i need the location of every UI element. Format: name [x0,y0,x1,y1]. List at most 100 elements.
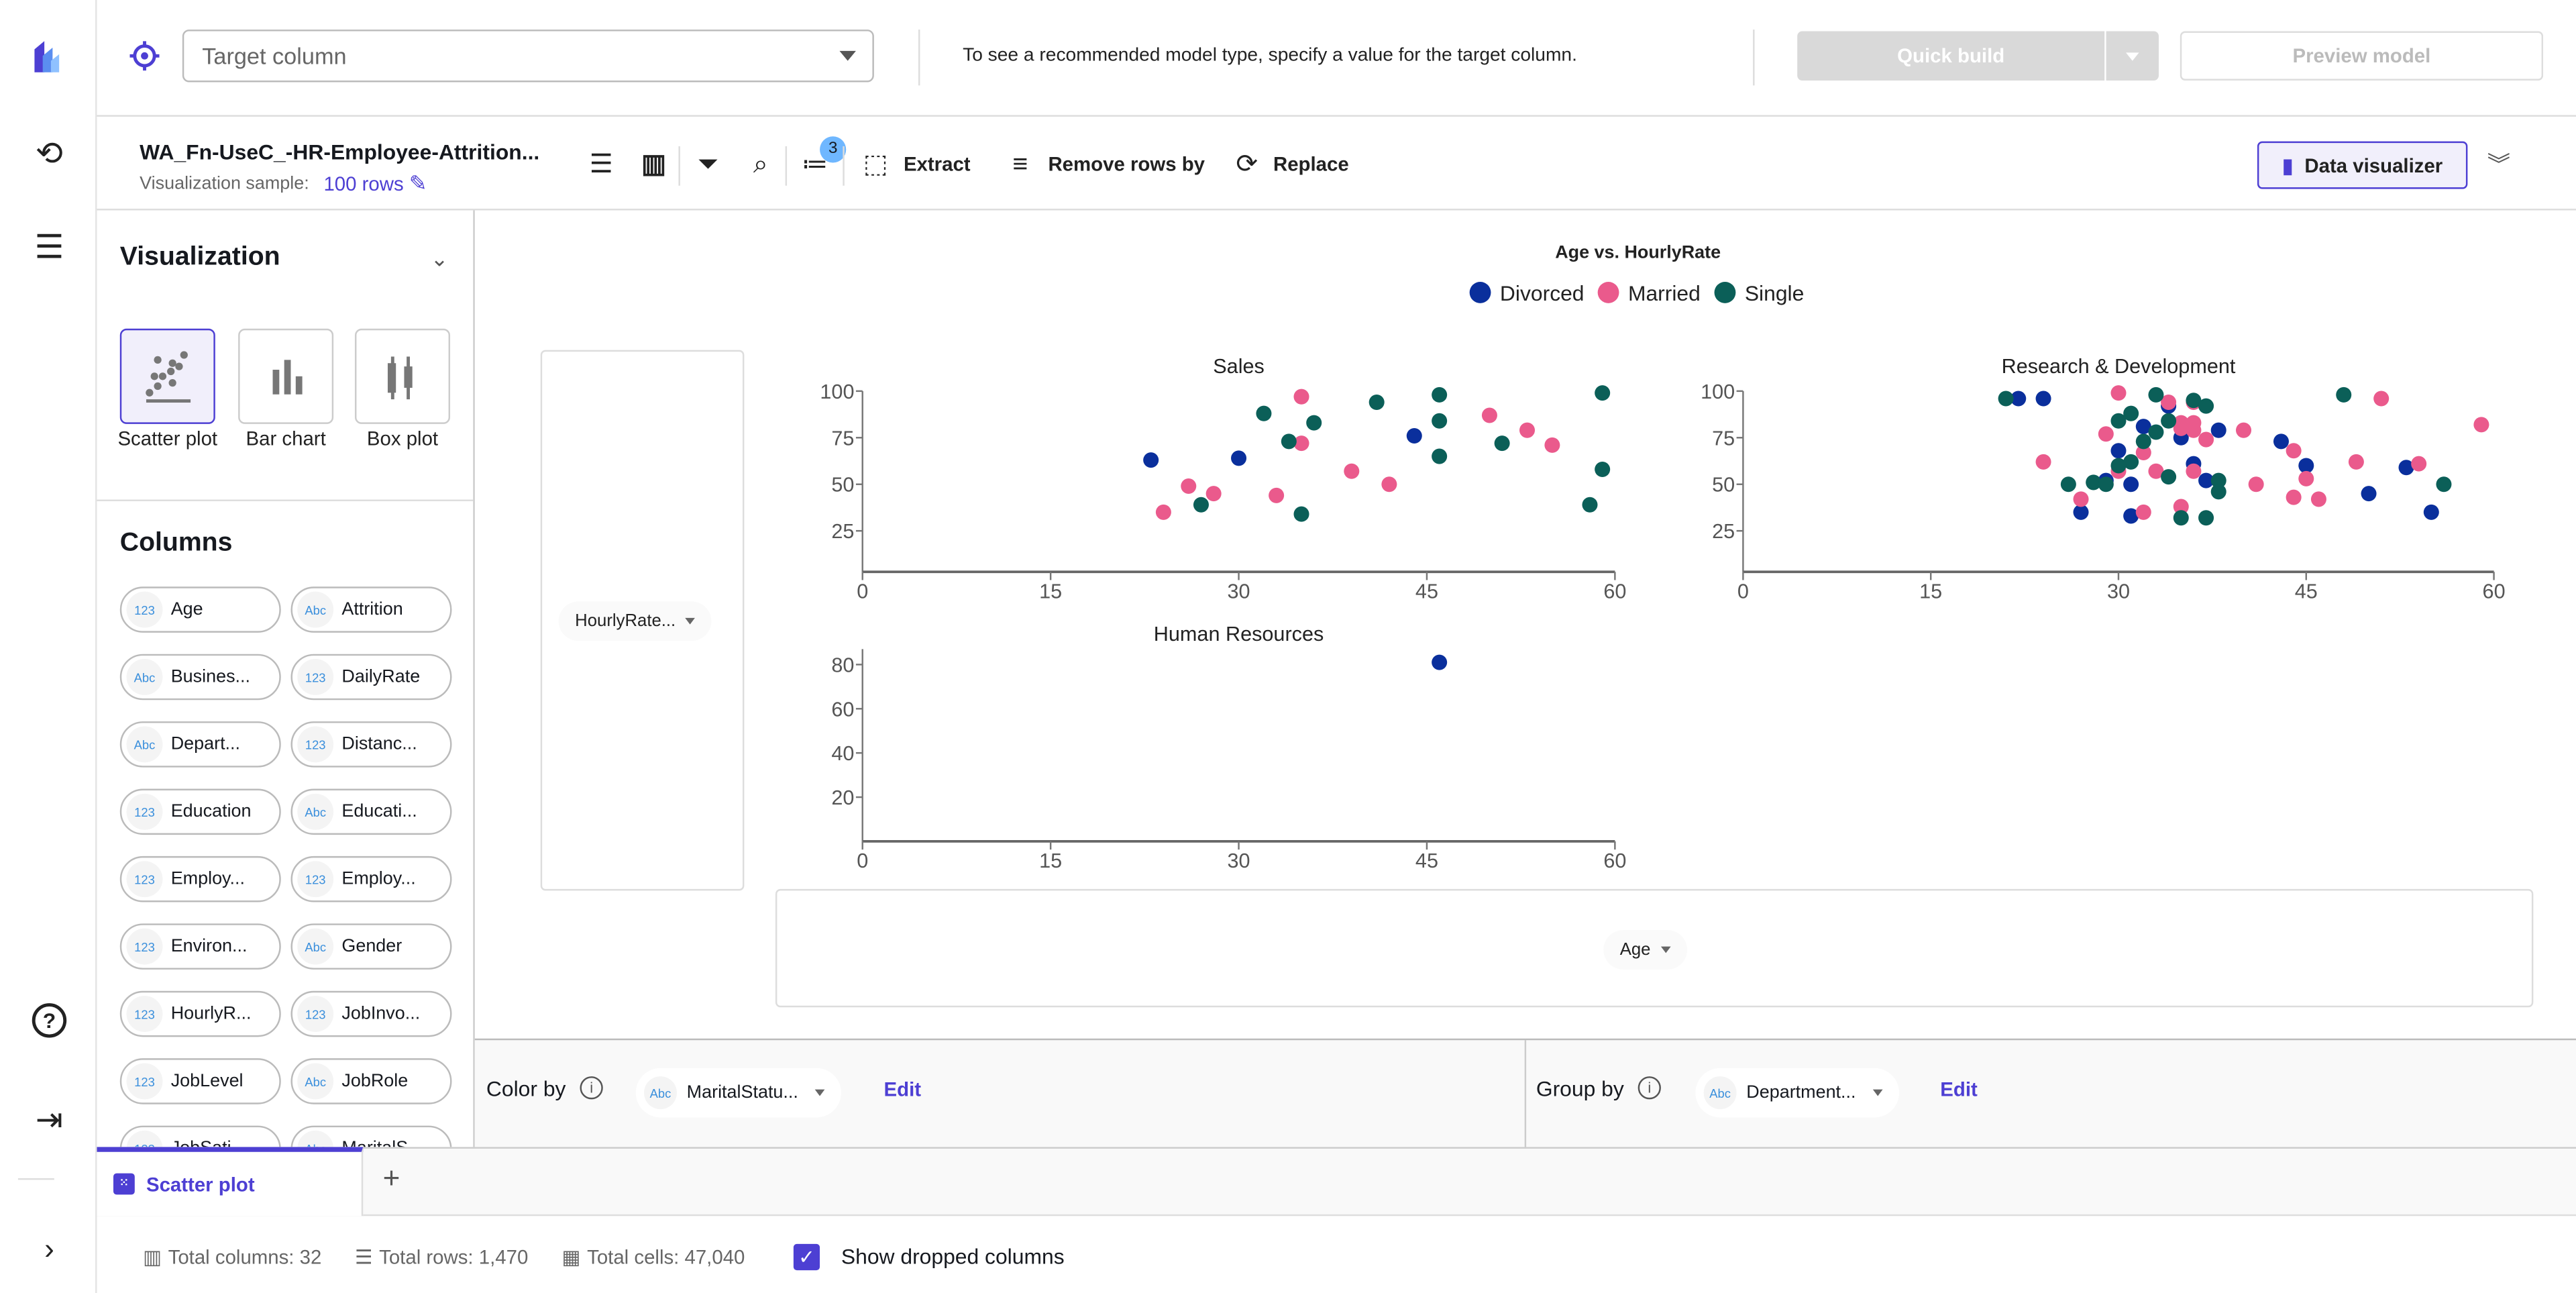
data-point-married[interactable] [2310,491,2326,507]
data-point-single[interactable] [2110,413,2127,429]
info-icon[interactable]: i [580,1076,603,1100]
color-by-select[interactable]: Abc MaritalStatu... [635,1068,841,1118]
data-point-married[interactable] [1519,422,1536,438]
data-point-single[interactable] [1432,386,1448,403]
data-point-single[interactable] [1256,405,1272,421]
subplot: Human Resources 0 15 30 45 60 20 40 60 80 [831,623,1626,872]
data-point-married[interactable] [2035,454,2051,470]
total-cells: ▦ Total cells: 47,040 [562,1245,745,1268]
data-point-single[interactable] [2135,433,2151,450]
data-point-married[interactable] [2473,417,2489,433]
data-point-single[interactable] [2098,476,2114,493]
data-point-divorced[interactable] [1143,452,1159,468]
data-point-single[interactable] [1293,506,1309,522]
data-point-divorced[interactable] [2361,486,2377,502]
data-point-divorced[interactable] [1231,450,1247,466]
data-point-single[interactable] [2198,398,2214,414]
tab-label: Scatter plot [146,1172,255,1196]
type-badge: Abc [297,1063,334,1100]
y-tick-label: 25 [1712,520,1735,543]
data-point-married[interactable] [2098,426,2114,442]
data-point-married[interactable] [2373,391,2390,407]
group-by-select[interactable]: Abc Department... [1695,1068,1899,1118]
data-point-single[interactable] [2060,476,2076,493]
column-name: JobLevel [170,1071,244,1092]
data-point-married[interactable] [2248,476,2264,493]
x-tick-label: 15 [1039,580,1062,603]
data-point-married[interactable] [1481,407,1497,423]
y-tick-label: 25 [831,520,854,543]
sign-out-icon[interactable]: ⇥ [30,1099,69,1139]
legend-item[interactable]: Divorced [1469,281,1585,305]
scatter-chart: Age vs. HourlyRate Divorced Married Single S… [820,242,2505,872]
data-point-single[interactable] [2198,510,2214,526]
column-pill[interactable]: Abc MaritalS... [290,1125,452,1147]
data-point-single[interactable] [2173,510,2189,526]
data-point-married[interactable] [2186,463,2202,479]
data-point-single[interactable] [2436,476,2452,493]
data-point-single[interactable] [2110,458,2127,474]
total-cells-text: Total cells: 47,040 [587,1245,745,1269]
data-point-single[interactable] [1432,448,1448,464]
show-dropped-checkbox[interactable]: ✓ [793,1243,820,1271]
data-point-married[interactable] [2348,454,2364,470]
data-point-married[interactable] [2135,504,2151,520]
data-point-married[interactable] [2073,491,2089,507]
tab-scatter-plot[interactable]: ⁙ Scatter plot [97,1147,364,1217]
data-point-married[interactable] [1381,476,1397,493]
data-point-single[interactable] [2161,413,2177,429]
data-point-single[interactable] [1306,415,1322,431]
data-point-married[interactable] [2286,489,2302,505]
data-point-married[interactable] [2236,422,2252,438]
column-pill[interactable]: Abc JobRole [290,1058,452,1104]
data-point-divorced[interactable] [2273,433,2289,450]
data-point-single[interactable] [1281,433,1297,450]
data-point-single[interactable] [2210,484,2226,500]
data-point-divorced[interactable] [2123,476,2139,493]
data-point-married[interactable] [2198,431,2214,448]
data-point-married[interactable] [2286,443,2302,459]
group-by-label: Group by [1536,1076,1624,1101]
show-dropped-label: Show dropped columns [841,1243,1065,1269]
data-point-divorced[interactable] [2423,504,2439,520]
data-point-married[interactable] [1344,463,1360,479]
expand-chevron-icon[interactable]: › [30,1229,69,1269]
data-point-single[interactable] [1193,497,1209,513]
y-tick-label: 40 [831,742,854,765]
data-point-divorced[interactable] [1432,654,1448,670]
data-point-married[interactable] [2186,422,2202,438]
total-columns: ▥ Total columns: 32 [143,1245,321,1268]
data-point-married[interactable] [1269,487,1285,503]
data-point-single[interactable] [1494,435,1510,452]
data-point-married[interactable] [1544,437,1560,453]
data-point-single[interactable] [1582,497,1598,513]
data-point-single[interactable] [1368,395,1385,411]
info-icon[interactable]: i [1638,1076,1661,1100]
column-pill[interactable]: 123 JobLevel [119,1058,281,1104]
data-point-single[interactable] [2336,386,2352,403]
data-point-married[interactable] [1205,486,1222,502]
color-by-edit-link[interactable]: Edit [884,1078,922,1101]
data-point-single[interactable] [2161,469,2177,485]
data-point-single[interactable] [1595,385,1611,401]
data-point-single[interactable] [2148,386,2164,403]
data-point-single[interactable] [1595,461,1611,478]
data-point-divorced[interactable] [2210,422,2226,438]
data-point-married[interactable] [1293,389,1309,405]
data-point-married[interactable] [1181,478,1197,495]
data-point-married[interactable] [2411,456,2427,472]
data-point-divorced[interactable] [2035,391,2051,407]
group-by-edit-link[interactable]: Edit [1940,1078,1978,1101]
data-point-married[interactable] [2298,470,2314,486]
data-point-married[interactable] [2110,385,2127,401]
data-point-divorced[interactable] [1406,428,1422,444]
legend-item[interactable]: Single [1714,281,1805,305]
column-pill[interactable]: 123 JobSati... [119,1125,281,1147]
data-point-married[interactable] [1155,504,1171,520]
data-point-single[interactable] [1432,413,1448,429]
add-tab-button[interactable]: + [383,1161,400,1196]
legend-item[interactable]: Married [1597,281,1701,305]
data-point-divorced[interactable] [2110,443,2127,459]
data-point-single[interactable] [1998,391,2014,407]
data-point-single[interactable] [2148,424,2164,440]
